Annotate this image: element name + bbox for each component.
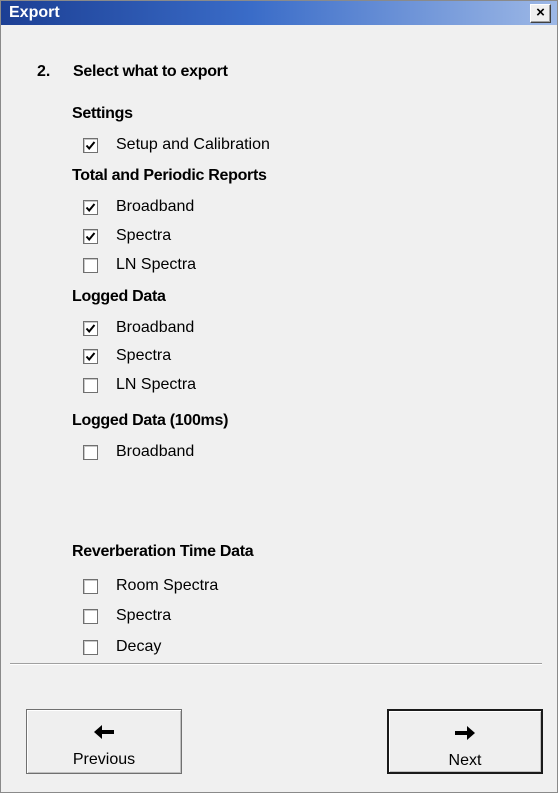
- checkbox-box[interactable]: [83, 377, 98, 393]
- section-heading-total-periodic-reports: Total and Periodic Reports: [72, 167, 267, 184]
- checkbox-reports-spectra[interactable]: Spectra: [83, 226, 171, 246]
- checkmark-icon: [85, 140, 96, 150]
- checkbox-setup-and-calibration[interactable]: Setup and Calibration: [83, 135, 270, 155]
- checkbox-label: Setup and Calibration: [116, 136, 270, 153]
- checkbox-box[interactable]: [83, 257, 98, 273]
- checkbox-reverb-room-spectra[interactable]: Room Spectra: [83, 576, 218, 596]
- checkbox-label: Spectra: [116, 607, 172, 624]
- checkmark-icon: [85, 231, 96, 241]
- checkbox-logged-ln-spectra[interactable]: LN Spectra: [83, 375, 196, 395]
- window-title: Export: [9, 4, 60, 21]
- checkbox-box[interactable]: [83, 578, 98, 594]
- checkbox-box[interactable]: [83, 608, 98, 624]
- section-heading-logged-data: Logged Data: [72, 288, 166, 305]
- arrow-left-icon: [94, 725, 114, 739]
- previous-button-label: Previous: [72, 751, 136, 768]
- previous-button[interactable]: Previous: [26, 709, 182, 774]
- checkbox-box[interactable]: [83, 639, 98, 655]
- checkbox-box[interactable]: [83, 444, 98, 460]
- checkbox-label: LN Spectra: [116, 376, 197, 393]
- checkbox-logged-100ms-broadband[interactable]: Broadband: [83, 442, 194, 462]
- checkmark-icon: [85, 351, 96, 361]
- close-icon: ×: [536, 4, 545, 21]
- checkbox-label: Broadband: [116, 443, 195, 460]
- checkbox-label: Broadband: [116, 319, 195, 336]
- close-button[interactable]: ×: [530, 4, 551, 23]
- step-title: Select what to export: [73, 63, 228, 80]
- checkbox-label: Decay: [116, 638, 162, 655]
- checkbox-logged-spectra[interactable]: Spectra: [83, 346, 171, 366]
- checkbox-label: Broadband: [116, 198, 195, 215]
- next-button[interactable]: Next: [387, 709, 543, 774]
- section-heading-settings: Settings: [72, 105, 133, 122]
- export-dialog: Export × 2. Select what to export Settin…: [0, 0, 558, 793]
- checkmark-icon: [85, 323, 96, 333]
- separator: [10, 663, 542, 665]
- checkbox-logged-broadband[interactable]: Broadband: [83, 318, 194, 338]
- checkbox-label: Spectra: [116, 347, 172, 364]
- section-heading-reverberation-time-data: Reverberation Time Data: [72, 543, 254, 560]
- checkbox-box[interactable]: [83, 228, 98, 244]
- checkbox-label: LN Spectra: [116, 256, 197, 273]
- checkbox-reverb-spectra[interactable]: Spectra: [83, 606, 171, 626]
- arrow-right-icon: [455, 726, 475, 740]
- checkbox-reports-ln-spectra[interactable]: LN Spectra: [83, 255, 196, 275]
- checkbox-reports-broadband[interactable]: Broadband: [83, 197, 194, 217]
- checkbox-label: Room Spectra: [116, 577, 219, 594]
- checkbox-reverb-decay[interactable]: Decay: [83, 637, 161, 657]
- title-bar[interactable]: Export ×: [1, 1, 557, 25]
- next-button-label: Next: [448, 752, 482, 769]
- checkbox-box[interactable]: [83, 199, 98, 215]
- checkbox-box[interactable]: [83, 137, 98, 153]
- step-number: 2.: [37, 63, 51, 80]
- checkbox-label: Spectra: [116, 227, 172, 244]
- checkmark-icon: [85, 202, 96, 212]
- checkbox-box[interactable]: [83, 348, 98, 364]
- section-heading-logged-data-100ms: Logged Data (100ms): [72, 412, 229, 429]
- checkbox-box[interactable]: [83, 320, 98, 336]
